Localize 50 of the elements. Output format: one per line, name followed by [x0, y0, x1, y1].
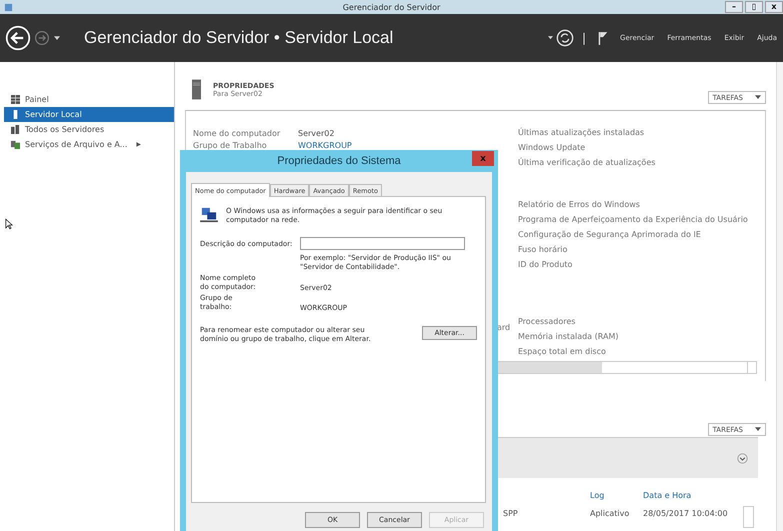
table-cell-text: Aplicativo: [590, 508, 630, 518]
vertical-scrollbar[interactable]: [743, 506, 754, 528]
sidebar-item[interactable]: Todos os Servidores: [4, 122, 174, 137]
chevron-icon[interactable]: [737, 452, 748, 464]
back-icon[interactable]: [5, 25, 31, 51]
computer-network-icon: [200, 207, 218, 223]
property-label: Últimas atualizações instaladas: [518, 127, 646, 139]
property-label: ard: [497, 323, 512, 332]
property-value: Server02: [298, 128, 334, 138]
window-title: Gerenciador do Servidor: [342, 2, 440, 12]
caret-icon: [755, 427, 761, 432]
property-label: Nome do computador: [193, 128, 282, 138]
caret-icon[interactable]: [54, 36, 60, 40]
caret-icon: [755, 95, 761, 100]
property-label: Windows Update: [518, 142, 586, 154]
close-button[interactable]: x: [765, 1, 783, 13]
server-icon: [192, 79, 201, 100]
maximize-button[interactable]: ▯: [745, 1, 763, 13]
column-header[interactable]: Data e Hora: [643, 490, 692, 500]
caret-icon[interactable]: [548, 36, 553, 40]
separator: |: [582, 31, 586, 45]
file-services-icon: [11, 140, 20, 149]
dashboard-icon: [11, 95, 20, 104]
refresh-icon[interactable]: [556, 29, 574, 47]
column-header[interactable]: Log: [590, 490, 643, 500]
property-link[interactable]: WORKGROUP: [298, 140, 352, 150]
server-icon: [11, 110, 20, 119]
property-label: Memória instalada (RAM): [518, 331, 620, 343]
property-label: Processadores: [518, 316, 576, 328]
app-icon: [4, 2, 13, 12]
property-label: Configuração de Segurança Aprimorada do IE: [518, 229, 702, 241]
table-cell: 28/05/2017 10:04:00: [643, 508, 728, 518]
close-button[interactable]: x: [472, 151, 494, 166]
property-label: Fuso horário: [518, 244, 568, 256]
table-cell-text: SPP: [502, 508, 519, 518]
cursor-icon: [5, 218, 13, 230]
page-title: Gerenciador do Servidor • Servidor Local: [84, 28, 394, 48]
property-label: Programa de Aperfeiçoamento da Experiência do Usuário: [518, 214, 748, 226]
property-label: Relatório de Erros do Windows: [518, 199, 641, 211]
property-label: Grupo de Trabalho: [193, 140, 268, 150]
servers-icon: [11, 125, 20, 134]
sidebar-item[interactable]: Painel: [4, 92, 174, 107]
minimize-button[interactable]: –: [725, 1, 743, 13]
dialog-title: Propriedades do Sistema: [277, 155, 401, 167]
input-field[interactable]: [300, 237, 465, 250]
flag-icon[interactable]: [598, 30, 608, 46]
property-label: ID do Produto: [518, 259, 574, 271]
property-label: Última verificação de atualizações: [518, 157, 656, 169]
sidebar-item[interactable]: Servidor Local: [4, 107, 174, 122]
property-label: Espaço total em disco: [518, 346, 607, 358]
